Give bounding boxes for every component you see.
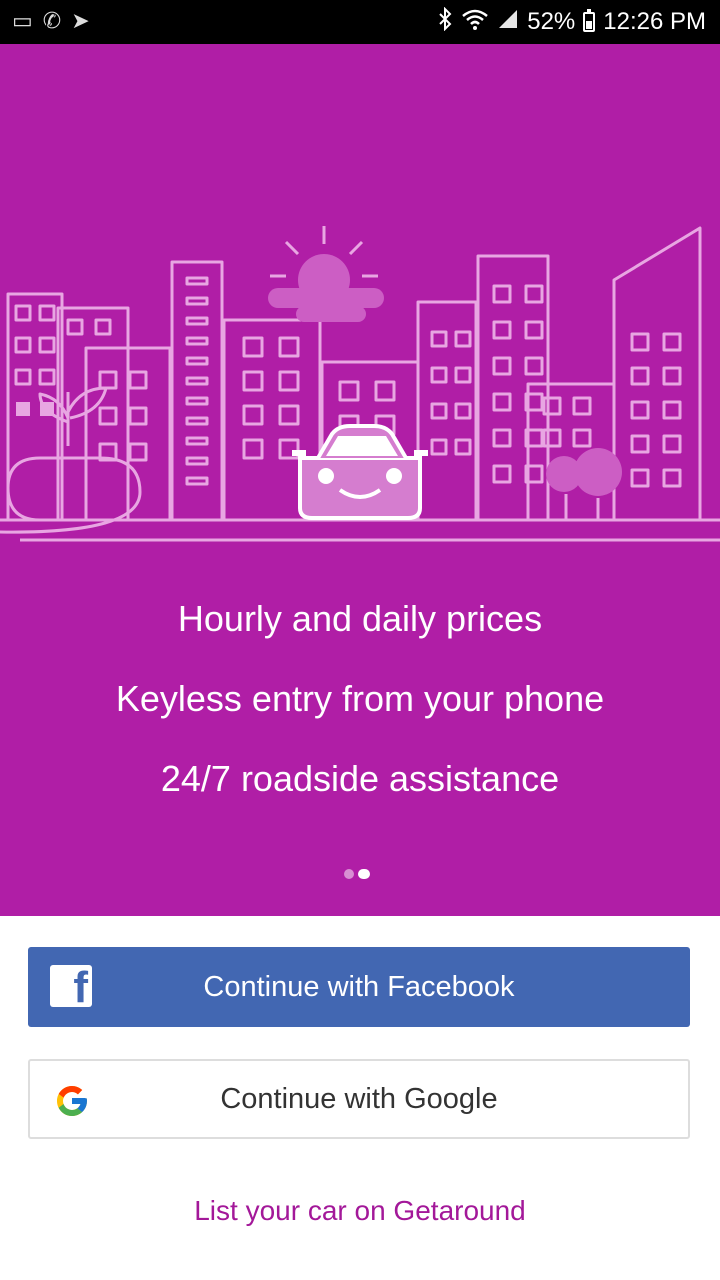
facebook-icon: f: [50, 965, 92, 1007]
clock: 12:26 PM: [603, 8, 706, 35]
google-icon: [57, 1086, 87, 1116]
signal-icon: [497, 8, 519, 36]
battery-icon: [583, 9, 596, 32]
notification-icons: ▭ ✆ ➤: [12, 8, 90, 34]
page-dot-active[interactable]: [358, 869, 370, 879]
status-right: 52% 12:26 PM: [437, 0, 706, 44]
page-dot[interactable]: [344, 869, 354, 879]
page-indicator[interactable]: [344, 869, 370, 879]
notification-icon: ▭: [12, 8, 33, 33]
google-button-label: Continue with Google: [220, 1082, 498, 1115]
notification-icon: ✆: [42, 8, 62, 33]
facebook-button-label: Continue with Facebook: [203, 970, 515, 1003]
status-bar: ▭ ✆ ➤ 52% 12:26 PM: [0, 0, 720, 44]
feature-list: Hourly and daily prices Keyless entry fr…: [0, 596, 720, 836]
hero-section: ▭ ✆ ➤ 52% 12:26 PM Hourly and daily pric…: [0, 0, 720, 916]
continue-with-google-button[interactable]: Continue with Google: [28, 1059, 690, 1139]
feature-item: 24/7 roadside assistance: [160, 758, 560, 799]
feature-item: Keyless entry from your phone: [115, 678, 605, 719]
city-car-illustration: [0, 226, 720, 542]
notification-icon: ➤: [71, 8, 90, 33]
car-icon: [292, 424, 428, 520]
bluetooth-icon: [437, 6, 453, 38]
continue-with-facebook-button[interactable]: f Continue with Facebook: [28, 947, 690, 1027]
wifi-icon: [461, 8, 489, 37]
list-your-car-link[interactable]: List your car on Getaround: [0, 1195, 720, 1227]
feature-item: Hourly and daily prices: [177, 598, 543, 639]
battery-percent: 52%: [527, 8, 576, 35]
